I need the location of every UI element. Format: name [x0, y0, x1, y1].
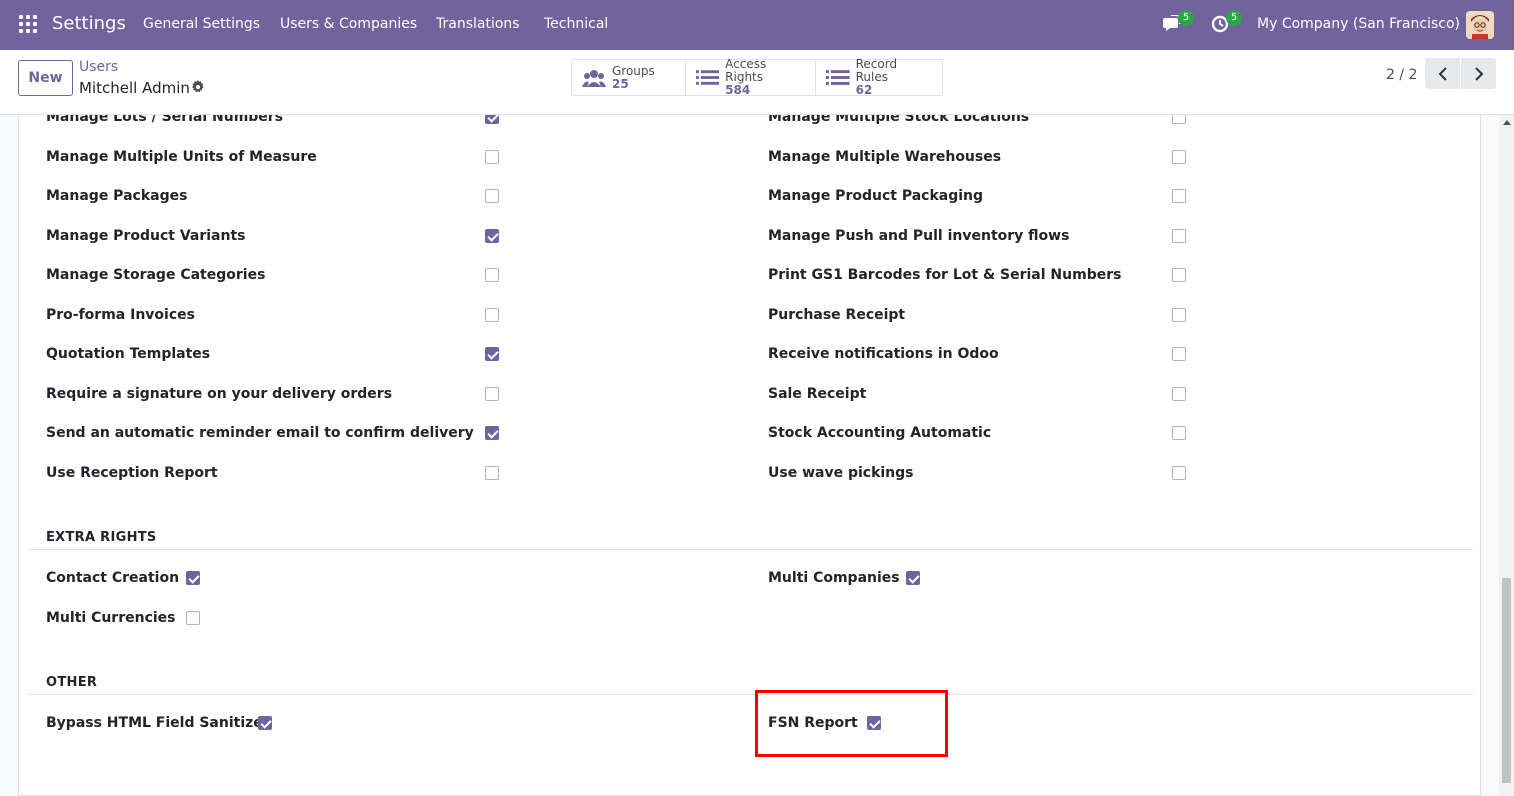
breadcrumb-current-record: Mitchell Admin	[79, 79, 190, 97]
record-rules-smart-button[interactable]: Record Rules 62	[816, 57, 942, 97]
field-label: Sale Receipt	[768, 386, 867, 402]
activities-count-badge: 5	[1226, 10, 1242, 26]
field-label: Manage Product Variants	[46, 228, 246, 244]
field-checkbox[interactable]	[485, 229, 499, 243]
access-rights-smart-button[interactable]: Access Rights 584	[686, 57, 816, 97]
field-checkbox[interactable]	[1172, 268, 1186, 282]
field-checkbox[interactable]	[485, 426, 499, 440]
field-checkbox[interactable]	[1172, 387, 1186, 401]
field-label: Manage Storage Categories	[46, 267, 266, 283]
pager-value[interactable]: 2 / 2	[1386, 67, 1417, 83]
chevron-left-icon	[1438, 66, 1447, 81]
field-label: Manage Multiple Warehouses	[768, 149, 1002, 165]
new-button[interactable]: New	[18, 60, 73, 96]
field-label: Receive notifications in Odoo	[768, 346, 999, 362]
user-form-sheet: Manage Lots / Serial Numbers Manage Mult…	[18, 115, 1481, 796]
field-label: Print GS1 Barcodes for Lot & Serial Numb…	[768, 267, 1122, 283]
field-checkbox[interactable]	[1172, 347, 1186, 361]
field-checkbox[interactable]	[485, 150, 499, 164]
company-switcher[interactable]: My Company (San Francisco)	[1257, 16, 1460, 32]
field-label: Manage Multiple Stock Locations	[768, 115, 1030, 125]
messaging-button[interactable]: 5	[1162, 10, 1194, 38]
vertical-scrollbar[interactable]	[1499, 115, 1514, 796]
breadcrumb-users[interactable]: Users	[79, 59, 118, 75]
app-brand[interactable]: Settings	[52, 13, 126, 34]
field-checkbox[interactable]	[1172, 150, 1186, 164]
stat-value: 584	[725, 83, 751, 97]
field-checkbox[interactable]	[1172, 115, 1186, 124]
top-navbar: Settings General Settings Users & Compan…	[0, 0, 1514, 50]
field-label: Manage Push and Pull inventory flows	[768, 228, 1070, 244]
bypass-html-sanitize-checkbox[interactable]	[258, 716, 272, 730]
menu-general-settings[interactable]: General Settings	[143, 16, 260, 32]
stat-label: Groups	[612, 63, 655, 78]
stat-value: 62	[855, 83, 873, 97]
field-label: Multi Companies	[768, 570, 900, 586]
chevron-right-icon	[1474, 66, 1483, 81]
smart-buttons: Groups 25 Access Rights 584 Record Rules…	[571, 57, 943, 97]
field-checkbox[interactable]	[1172, 189, 1186, 203]
menu-technical[interactable]: Technical	[544, 16, 608, 32]
pager-previous-button[interactable]	[1425, 58, 1460, 89]
scroll-up-arrow-icon[interactable]	[1503, 120, 1511, 125]
section-title-extra-rights: EXTRA RIGHTS	[46, 530, 157, 545]
list-icon	[696, 69, 720, 85]
field-label: Send an automatic reminder email to conf…	[46, 425, 474, 441]
users-icon	[582, 69, 606, 87]
field-label: Manage Product Packaging	[768, 188, 984, 204]
stat-label: Access Rights	[725, 57, 767, 84]
activities-button[interactable]: 5	[1210, 10, 1242, 38]
control-panel: New Users Mitchell Admin Groups 25 Acces…	[0, 50, 1514, 115]
section-divider	[28, 549, 1473, 550]
field-label: Manage Packages	[46, 188, 188, 204]
avatar-image	[1466, 11, 1494, 39]
multi-currencies-checkbox[interactable]	[186, 611, 200, 625]
field-label: Quotation Templates	[46, 346, 211, 362]
pager-next-button[interactable]	[1461, 58, 1496, 89]
field-checkbox[interactable]	[485, 387, 499, 401]
field-checkbox[interactable]	[485, 466, 499, 480]
field-label: Bypass HTML Field Sanitize	[46, 715, 263, 731]
field-label: Require a signature on your delivery ord…	[46, 386, 393, 402]
field-label: Contact Creation	[46, 570, 180, 586]
groups-smart-button[interactable]: Groups 25	[572, 60, 686, 95]
section-title-other: OTHER	[46, 675, 98, 690]
field-checkbox[interactable]	[485, 347, 499, 361]
field-label: Manage Lots / Serial Numbers	[46, 115, 284, 125]
stat-value: 25	[612, 76, 629, 91]
list-icon	[826, 69, 850, 85]
field-checkbox[interactable]	[485, 189, 499, 203]
field-label: Purchase Receipt	[768, 307, 906, 323]
field-label: Use Reception Report	[46, 465, 218, 481]
gear-icon[interactable]	[191, 79, 207, 95]
multi-companies-checkbox[interactable]	[906, 571, 920, 585]
field-checkbox[interactable]	[1172, 466, 1186, 480]
field-checkbox[interactable]	[485, 115, 499, 124]
apps-menu-icon[interactable]	[19, 15, 37, 33]
field-checkbox[interactable]	[1172, 426, 1186, 440]
field-label: Multi Currencies	[46, 610, 176, 626]
menu-translations[interactable]: Translations	[436, 16, 520, 32]
field-checkbox[interactable]	[485, 308, 499, 322]
field-checkbox[interactable]	[485, 268, 499, 282]
messages-count-badge: 5	[1178, 10, 1194, 26]
user-avatar[interactable]	[1466, 11, 1494, 39]
section-divider	[28, 694, 1473, 695]
field-checkbox[interactable]	[1172, 229, 1186, 243]
field-label: Manage Multiple Units of Measure	[46, 149, 317, 165]
field-label: Pro-forma Invoices	[46, 307, 195, 323]
contact-creation-checkbox[interactable]	[186, 571, 200, 585]
field-label: Stock Accounting Automatic	[768, 425, 992, 441]
annotation-highlight-box	[755, 690, 948, 757]
field-label: Use wave pickings	[768, 465, 914, 481]
scroll-thumb[interactable]	[1502, 578, 1511, 783]
stat-label: Record Rules	[855, 57, 898, 84]
field-checkbox[interactable]	[1172, 308, 1186, 322]
menu-users-companies[interactable]: Users & Companies	[280, 16, 417, 32]
